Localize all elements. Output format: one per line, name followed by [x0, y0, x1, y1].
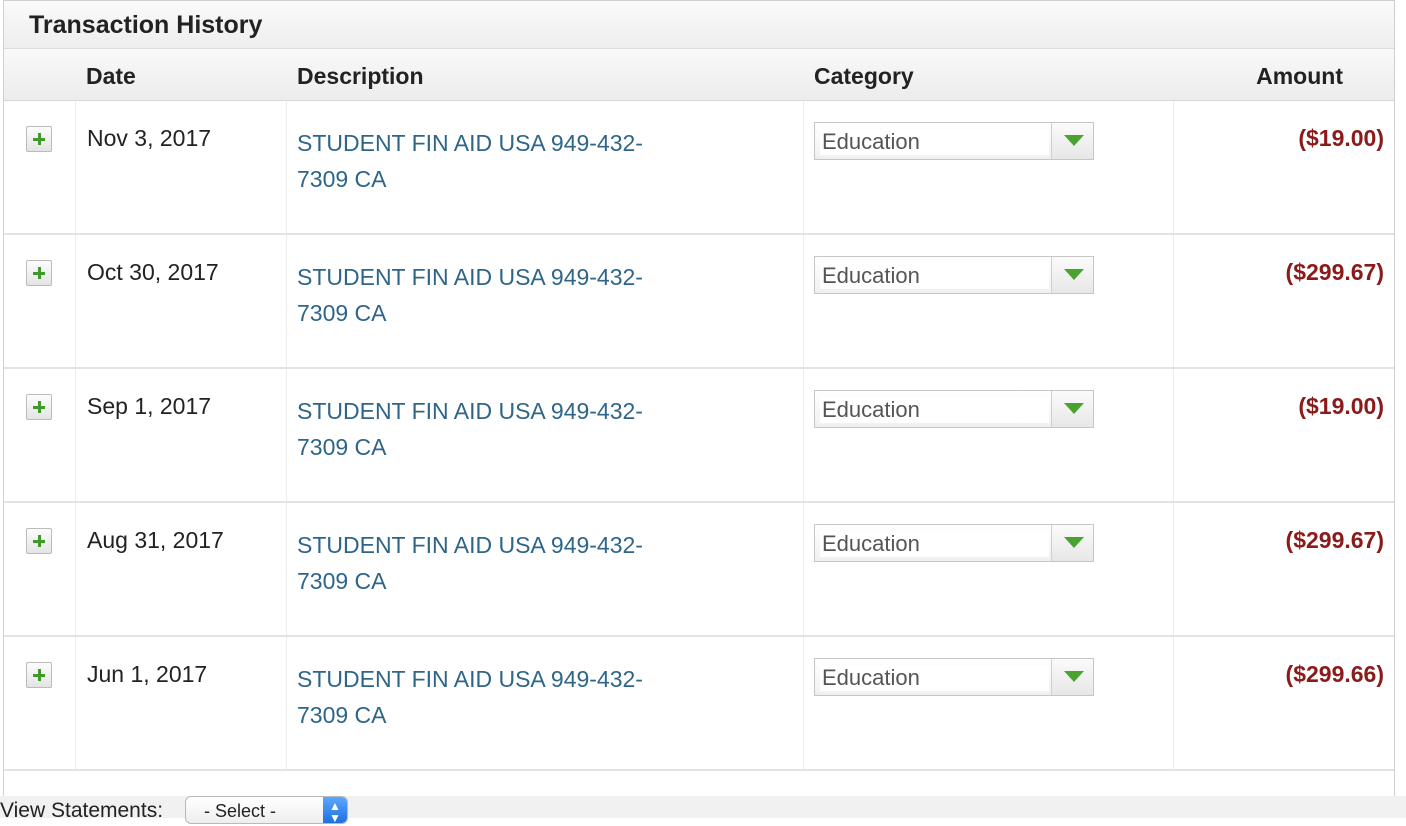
column-header-description[interactable]: Description: [297, 63, 424, 90]
transaction-description-link[interactable]: STUDENT FIN AID USA 949-432-7309 CA: [297, 393, 687, 465]
category-select[interactable]: Education: [814, 390, 1094, 428]
transaction-amount: ($299.66): [1285, 661, 1384, 687]
up-down-arrows-icon[interactable]: ▲ ▼: [323, 797, 347, 823]
table-row: Nov 3, 2017 STUDENT FIN AID USA 949-432-…: [4, 101, 1394, 235]
category-select-value: Education: [820, 665, 1049, 691]
transaction-date: Sep 1, 2017: [87, 393, 212, 419]
category-select[interactable]: Education: [814, 256, 1094, 294]
transaction-list: Nov 3, 2017 STUDENT FIN AID USA 949-432-…: [4, 101, 1394, 771]
category-select-value: Education: [820, 263, 1049, 289]
statements-select[interactable]: - Select - ▲ ▼: [185, 796, 348, 824]
statements-select-value: - Select -: [204, 801, 277, 821]
transaction-description-link[interactable]: STUDENT FIN AID USA 949-432-7309 CA: [297, 527, 687, 599]
panel-title: Transaction History: [4, 1, 1394, 49]
transaction-description-link[interactable]: STUDENT FIN AID USA 949-432-7309 CA: [297, 259, 687, 331]
table-row: Aug 31, 2017 STUDENT FIN AID USA 949-432…: [4, 503, 1394, 637]
table-row: Jun 1, 2017 STUDENT FIN AID USA 949-432-…: [4, 637, 1394, 771]
expand-row-plus-icon[interactable]: [26, 260, 52, 286]
chevron-down-icon[interactable]: [1051, 123, 1093, 159]
expand-row-plus-icon[interactable]: [26, 394, 52, 420]
statements-footer: View Statements: - Select - ▲ ▼: [0, 772, 1406, 824]
transaction-date: Oct 30, 2017: [87, 259, 219, 285]
transaction-date: Nov 3, 2017: [87, 125, 212, 151]
expand-row-plus-icon[interactable]: [26, 662, 52, 688]
transaction-amount: ($299.67): [1285, 527, 1384, 553]
transaction-amount: ($299.67): [1285, 259, 1384, 285]
transaction-amount: ($19.00): [1298, 393, 1384, 419]
table-header: Date Description Category Amount: [4, 49, 1394, 101]
view-statements-label: View Statements:: [0, 799, 164, 822]
transaction-amount: ($19.00): [1298, 125, 1384, 151]
category-select-value: Education: [820, 129, 1049, 155]
category-select-value: Education: [820, 397, 1049, 423]
category-select[interactable]: Education: [814, 658, 1094, 696]
category-select[interactable]: Education: [814, 122, 1094, 160]
expand-row-plus-icon[interactable]: [26, 126, 52, 152]
chevron-down-icon[interactable]: [1051, 525, 1093, 561]
category-select[interactable]: Education: [814, 524, 1094, 562]
chevron-down-icon[interactable]: [1051, 257, 1093, 293]
transaction-date: Jun 1, 2017: [87, 661, 208, 687]
category-select-value: Education: [820, 531, 1049, 557]
transaction-history-panel: Transaction History Date Description Cat…: [3, 0, 1395, 818]
column-header-category[interactable]: Category: [814, 63, 914, 90]
table-row: Sep 1, 2017 STUDENT FIN AID USA 949-432-…: [4, 369, 1394, 503]
chevron-down-icon[interactable]: [1051, 659, 1093, 695]
table-row: Oct 30, 2017 STUDENT FIN AID USA 949-432…: [4, 235, 1394, 369]
transaction-date: Aug 31, 2017: [87, 527, 224, 553]
chevron-down-icon[interactable]: [1051, 391, 1093, 427]
column-header-date[interactable]: Date: [86, 63, 136, 90]
expand-row-plus-icon[interactable]: [26, 528, 52, 554]
transaction-description-link[interactable]: STUDENT FIN AID USA 949-432-7309 CA: [297, 125, 687, 197]
column-header-amount[interactable]: Amount: [1256, 63, 1343, 90]
transaction-description-link[interactable]: STUDENT FIN AID USA 949-432-7309 CA: [297, 661, 687, 733]
